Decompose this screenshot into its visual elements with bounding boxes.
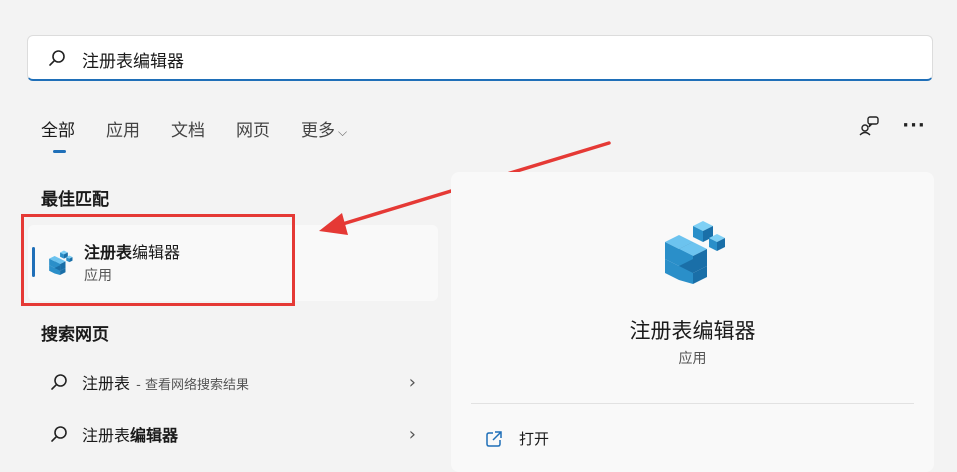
feedback-icon [859,116,879,136]
web-result-item[interactable]: 注册表编辑器 › [40,416,430,452]
best-match-result[interactable]: 注册表编辑器 应用 [28,225,438,301]
open-action-label: 打开 [519,430,550,448]
web-result-item[interactable]: 注册表 - 查看网络搜索结果 › [40,364,430,400]
open-external-icon [486,430,502,447]
tab-apps[interactable]: 应用 [106,116,140,141]
registry-editor-icon [49,250,73,275]
detail-panel: 注册表编辑器 应用 打开 [451,172,934,472]
detail-title: 注册表编辑器 [629,319,756,343]
open-action[interactable]: 打开 [485,428,549,449]
best-match-name-rest: 编辑器 [132,243,181,262]
chevron-right-icon: › [408,371,416,393]
search-icon [49,50,65,66]
registry-editor-icon [665,221,725,284]
tab-more[interactable]: 更多 ⌵ [301,116,347,141]
search-icon [51,426,67,442]
web-result-prefix: 注册表 [82,374,131,393]
chevron-right-icon: › [408,423,416,445]
tab-web[interactable]: 网页 [236,116,270,141]
search-box[interactable] [27,35,933,82]
filter-tabs: 全部 应用 文档 网页 更多 ⌵ [41,116,378,153]
divider [471,403,914,404]
web-result-suffix: - 查看网络搜索结果 [132,378,249,393]
web-search-heading: 搜索网页 [41,325,109,345]
search-input[interactable] [80,36,904,82]
best-match-name-bold: 注册表 [84,243,133,262]
web-result-text: 注册表编辑器 [82,422,178,446]
more-icon: ··· [902,115,926,136]
tab-all[interactable]: 全部 [41,116,75,153]
more-options-button[interactable]: ··· [901,114,927,138]
web-result-prefix: 注册表 [82,426,131,445]
web-result-bold: 编辑器 [130,426,179,445]
feedback-button[interactable] [856,114,882,138]
best-match-name: 注册表编辑器 [84,239,180,263]
detail-type: 应用 [678,351,707,367]
tab-more-label: 更多 [301,121,335,141]
web-result-text: 注册表 - 查看网络搜索结果 [82,370,249,394]
tab-documents[interactable]: 文档 [171,116,205,141]
top-right-actions: ··· [856,114,927,138]
selection-indicator [32,247,35,277]
chevron-down-icon: ⌵ [338,125,348,139]
best-match-heading: 最佳匹配 [41,190,109,210]
search-icon [51,374,67,390]
best-match-type: 应用 [84,268,112,284]
